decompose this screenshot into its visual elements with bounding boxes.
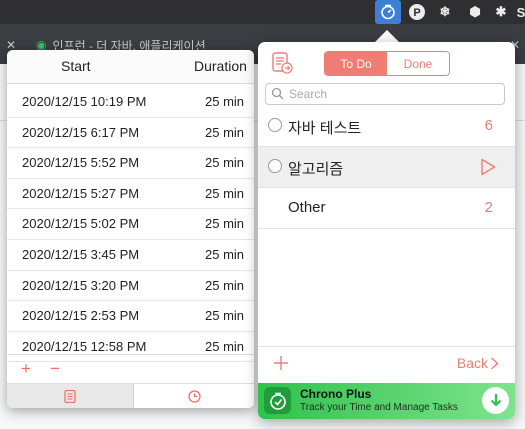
back-label: Back [456,355,488,371]
history-toggle-button[interactable] [271,52,293,79]
history-start-cell: 2020/12/15 5:02 PM [22,216,140,232]
plus-icon [274,356,288,370]
menu-bar: P ❄ ⬢ ✱ S [0,0,525,24]
history-start-cell: 2020/12/15 6:17 PM [22,124,140,140]
task-list: 자바 테스트 6 알고리즘 Other 2 [258,106,515,229]
remove-entry-button[interactable]: − [50,359,60,379]
popover-caret [375,30,399,42]
history-start-cell: 2020/12/15 10:19 PM [22,94,147,109]
s-icon[interactable]: S [512,3,525,21]
gear-icon[interactable]: ✱ [492,3,510,21]
chrono-timer-icon[interactable] [375,0,401,24]
column-header-start[interactable]: Start [61,58,91,74]
tab-todo[interactable]: To Do [325,52,387,75]
history-duration-cell: 25 min [205,124,245,140]
todo-done-segmented-control: To Do Done [324,51,450,76]
history-start-cell: 2020/12/15 5:27 PM [22,185,140,201]
task-name: 자바 테스트 [288,120,362,137]
task-complete-checkbox[interactable] [268,118,282,132]
history-row[interactable]: 2020/12/15 10:19 PM 25 min [7,87,254,118]
history-tab-bar [7,383,254,408]
task-row[interactable]: 알고리즘 [258,147,515,188]
history-start-cell: 2020/12/15 3:45 PM [22,246,140,262]
task-complete-checkbox[interactable] [268,159,282,173]
history-duration-cell: 25 min [205,185,245,201]
chrono-plus-logo-icon [264,387,291,414]
chrono-popover: To Do Done Search 자바 테스트 6 알고리즘 Other 2 Back… [258,42,515,419]
search-input[interactable]: Search [265,83,505,105]
history-duration-cell: 25 min [205,94,245,109]
history-row[interactable]: 2020/12/15 3:45 PM 25 min [7,240,254,271]
clock-icon [187,390,201,403]
popover-footer: Back [258,346,515,382]
chrono-plus-promo-banner[interactable]: Chrono Plus Track your Time and Manage T… [258,383,515,419]
download-button[interactable] [482,387,509,414]
history-row[interactable]: 2020/12/15 5:52 PM 25 min [7,148,254,179]
tab-done[interactable]: Done [387,52,449,75]
p-icon[interactable]: P [408,3,426,21]
history-duration-cell: 25 min [205,277,245,293]
history-start-cell: 2020/12/15 2:53 PM [22,308,140,324]
play-icon[interactable] [480,158,496,176]
history-list: 2020/12/15 10:19 PM 25 min 2020/12/15 6:17… [7,87,254,363]
history-start-cell: 2020/12/15 3:20 PM [22,277,140,293]
history-duration-cell: 25 min [205,246,245,262]
chevron-right-icon [491,356,499,370]
search-icon [271,87,284,100]
tab-list[interactable] [7,384,134,408]
history-popover: Start Duration 2020/12/15 10:19 PM 25 min… [7,50,254,408]
snowflake-icon[interactable]: ❄ [436,3,454,21]
history-duration-cell: 25 min [205,155,245,171]
list-icon [64,390,76,403]
cube-icon[interactable]: ⬢ [466,3,484,21]
history-header: Start Duration [7,50,254,84]
history-row[interactable]: 2020/12/15 3:20 PM 25 min [7,271,254,302]
history-start-cell: 2020/12/15 12:58 PM [22,338,147,354]
history-row[interactable]: 2020/12/15 2:53 PM 25 min [7,301,254,332]
task-name: 알고리즘 [288,161,344,178]
notes-export-icon [272,52,293,74]
history-footer: + − [7,354,254,385]
task-count: 2 [484,199,493,216]
history-row[interactable]: 2020/12/15 5:02 PM 25 min [7,209,254,240]
task-count: 6 [484,117,493,134]
task-row[interactable]: 자바 테스트 6 [258,106,515,147]
back-button[interactable]: Back [457,355,499,371]
promo-title: Chrono Plus [300,387,372,401]
history-duration-cell: 25 min [205,308,245,324]
column-header-duration[interactable]: Duration [194,58,247,74]
svg-text:P: P [413,7,420,19]
download-arrow-icon [490,393,501,407]
history-row[interactable]: 2020/12/15 5:27 PM 25 min [7,179,254,210]
history-row[interactable]: 2020/12/15 6:17 PM 25 min [7,118,254,149]
task-row[interactable]: Other 2 [258,188,515,229]
search-placeholder: Search [289,87,328,101]
history-start-cell: 2020/12/15 5:52 PM [22,155,140,171]
add-entry-button[interactable]: + [21,359,31,379]
add-task-button[interactable] [272,354,290,377]
tab-history[interactable] [134,384,254,408]
history-duration-cell: 25 min [205,338,245,354]
history-duration-cell: 25 min [205,216,245,232]
task-name: Other [288,199,326,216]
promo-subtitle: Track your Time and Manage Tasks [300,402,458,413]
